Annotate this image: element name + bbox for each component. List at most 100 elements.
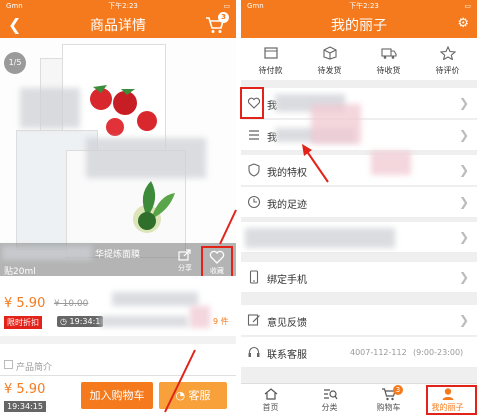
tab-cart[interactable]: 3 购物车 bbox=[359, 384, 418, 415]
menu-label: 意见反馈 bbox=[267, 318, 307, 329]
gear-icon[interactable]: ⚙ bbox=[457, 16, 469, 31]
page-indicator: 1/5 bbox=[4, 52, 26, 74]
cart-badge: 3 bbox=[218, 12, 229, 23]
share-button[interactable]: 分享 bbox=[174, 249, 196, 273]
favorite-button[interactable]: 收藏 bbox=[201, 246, 233, 278]
price-section: ¥ 5.90 ¥ 10.00 限时折扣 ◷ 19:34:1 9 件 bbox=[0, 276, 236, 336]
blurred-area bbox=[100, 316, 188, 327]
order-label: 待收货 bbox=[376, 66, 401, 75]
menu-item-footprints[interactable]: 我的足迹 ❯ bbox=[241, 187, 477, 218]
headset-icon bbox=[248, 346, 260, 357]
countdown-value: 19:34:1 bbox=[69, 317, 101, 326]
divider bbox=[236, 0, 241, 415]
tab-category[interactable]: 分类 bbox=[300, 384, 359, 415]
tab-label: 分类 bbox=[321, 403, 338, 412]
back-icon[interactable]: ❮ bbox=[8, 15, 21, 34]
menu-label: 我的足迹 bbox=[267, 200, 307, 211]
shield-icon bbox=[248, 163, 260, 177]
order-pending-receipt[interactable]: 待收货 bbox=[359, 38, 418, 80]
blurred-area bbox=[86, 138, 206, 178]
original-price: ¥ 10.00 bbox=[54, 299, 89, 309]
countdown-timer: ◷ 19:34:1 bbox=[57, 316, 104, 327]
product-detail-screen: Gmn 下午2:23 ▭ ❮ 商品详情 3 1/5 华提炼面膜 贴20ml 分享… bbox=[0, 0, 236, 415]
share-label: 分享 bbox=[178, 264, 192, 272]
chevron-right-icon: ❯ bbox=[458, 270, 469, 284]
menu-label: 我的特权 bbox=[267, 168, 307, 179]
clock-icon bbox=[247, 195, 261, 209]
bottom-action-bar: ¥ 5.90 19:34:15 加入购物车 ◔ 客服 bbox=[0, 375, 236, 415]
blurred-area bbox=[245, 228, 395, 248]
box-icon bbox=[322, 46, 337, 60]
blurred-area bbox=[20, 88, 80, 128]
chevron-right-icon: ❯ bbox=[458, 195, 469, 209]
tab-label: 购物车 bbox=[376, 403, 401, 412]
menu-item-privileges[interactable]: 我的特权 ❯ bbox=[241, 151, 477, 186]
chat-icon: ◔ bbox=[175, 389, 186, 402]
chevron-right-icon: ❯ bbox=[458, 230, 469, 244]
promo-tag: 限时折扣 bbox=[4, 316, 42, 329]
highlight-frame bbox=[426, 385, 477, 415]
menu-item-orders[interactable]: 我 ❯ bbox=[241, 104, 477, 151]
bottom-timer: 19:34:15 bbox=[4, 401, 46, 412]
menu-item-contact-service[interactable]: 联系客服 4007-112-112 (9:00-23:00) bbox=[241, 337, 477, 368]
menu-item-feedback[interactable]: 意见反馈 ❯ bbox=[241, 305, 477, 336]
nav-bar: 我的丽子 ⚙ bbox=[241, 12, 477, 38]
order-pending-payment[interactable]: 待付款 bbox=[241, 38, 300, 80]
product-intro-label: 产品简介 bbox=[16, 363, 53, 373]
chevron-right-icon: ❯ bbox=[458, 96, 469, 110]
service-hours: (9:00-23:00) bbox=[413, 348, 464, 357]
category-search-icon bbox=[323, 389, 337, 400]
menu-item-bind-phone[interactable]: 绑定手机 ❯ bbox=[241, 262, 477, 293]
cart-button[interactable]: 3 bbox=[204, 12, 229, 35]
chevron-right-icon: ❯ bbox=[458, 128, 469, 142]
edit-icon bbox=[247, 314, 260, 326]
carrier-label: Gmn bbox=[247, 2, 264, 10]
heart-icon bbox=[247, 97, 261, 109]
add-to-cart-button[interactable]: 加入购物车 bbox=[81, 382, 153, 409]
current-price: ¥ 5.90 bbox=[4, 296, 46, 311]
battery-icon: ▭ bbox=[223, 2, 230, 10]
page-title: 我的丽子 bbox=[331, 18, 387, 34]
list-icon bbox=[249, 130, 259, 140]
blurred-area bbox=[311, 104, 361, 144]
screenshot-root: Gmn 下午2:23 ▭ ❮ 商品详情 3 1/5 华提炼面膜 贴20ml 分享… bbox=[0, 0, 477, 415]
tab-home[interactable]: 首页 bbox=[241, 384, 300, 415]
menu-label: 绑定手机 bbox=[267, 275, 307, 286]
order-pending-shipment[interactable]: 待发货 bbox=[300, 38, 359, 80]
order-status-bar: 待付款 待发货 待收货 待评价 bbox=[241, 38, 477, 80]
blurred-area bbox=[190, 306, 210, 328]
phone-icon bbox=[249, 270, 259, 284]
customer-service-button[interactable]: ◔ 客服 bbox=[159, 382, 227, 409]
bottom-price: ¥ 5.90 bbox=[4, 382, 46, 397]
order-label: 待付款 bbox=[258, 66, 283, 75]
wallet-icon bbox=[263, 47, 278, 59]
order-label: 待评价 bbox=[435, 66, 460, 75]
service-phone: 4007-112-112 bbox=[350, 348, 407, 357]
doc-icon bbox=[4, 360, 13, 369]
status-bar: Gmn 下午2:23 ▭ bbox=[241, 0, 477, 12]
blurred-area bbox=[112, 292, 198, 306]
order-label: 待发货 bbox=[317, 66, 342, 75]
star-icon bbox=[439, 45, 456, 61]
nav-bar: ❮ 商品详情 3 bbox=[0, 12, 236, 38]
sold-count: 9 件 bbox=[213, 317, 229, 326]
status-bar: Gmn 下午2:23 ▭ bbox=[0, 0, 236, 12]
service-label: 客服 bbox=[188, 389, 211, 402]
product-image-carousel[interactable]: 1/5 bbox=[0, 38, 236, 276]
status-time: 下午2:23 bbox=[108, 2, 138, 10]
product-title-line1: 华提炼面膜 bbox=[95, 250, 141, 260]
blurred-area bbox=[2, 246, 92, 260]
status-time: 下午2:23 bbox=[349, 2, 379, 10]
blurred-area bbox=[371, 151, 411, 175]
chevron-right-icon: ❯ bbox=[458, 313, 469, 327]
cart-badge: 3 bbox=[393, 385, 403, 395]
page-title: 商品详情 bbox=[90, 18, 146, 34]
chevron-right-icon: ❯ bbox=[458, 163, 469, 177]
menu-label: 联系客服 bbox=[267, 350, 307, 361]
home-icon bbox=[264, 388, 277, 400]
truck-icon bbox=[380, 48, 397, 59]
menu-item-hidden[interactable]: ❯ bbox=[241, 222, 477, 253]
carrier-label: Gmn bbox=[6, 2, 23, 10]
order-pending-review[interactable]: 待评价 bbox=[418, 38, 477, 80]
account-screen: Gmn 下午2:23 ▭ 我的丽子 ⚙ 待付款 待发货 待收货 待评价 我 ❯ … bbox=[241, 0, 477, 415]
